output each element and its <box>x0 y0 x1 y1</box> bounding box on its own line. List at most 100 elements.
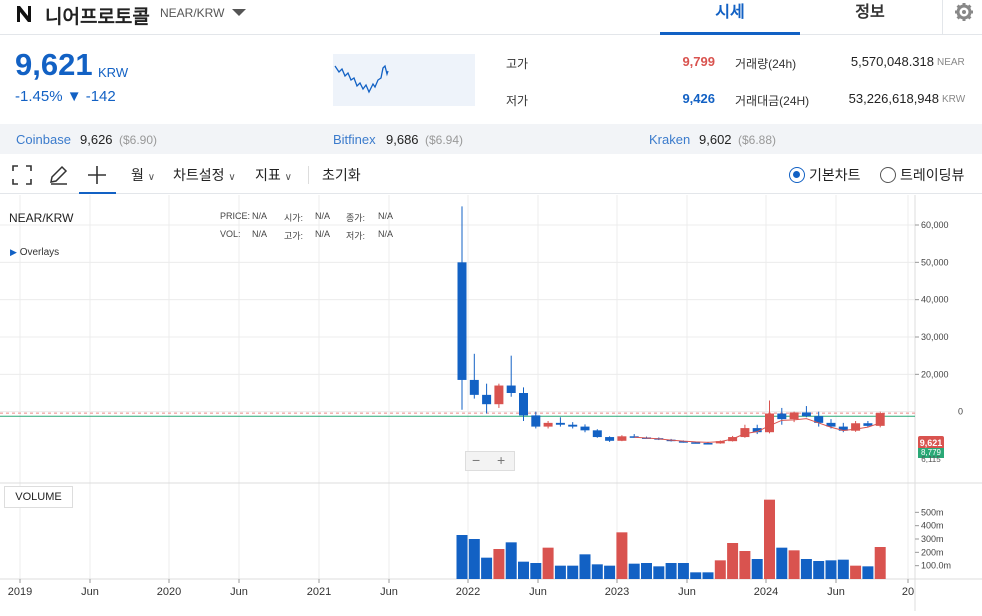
info-close-value: N/A <box>378 211 394 221</box>
candle-body <box>703 443 713 445</box>
reset-button[interactable]: 초기화 <box>322 156 361 194</box>
chart-canvas[interactable]: 60,000 50,000 40,000 30,000 20,000 0 500m 400m 3… <box>0 195 982 611</box>
volume-bar <box>739 551 751 579</box>
info-high-label: 고가: <box>284 231 304 241</box>
tab-info[interactable]: 정보 <box>800 0 940 35</box>
current-price: 9,621 <box>15 47 93 82</box>
coin-name: 니어프로토콜 <box>45 7 150 28</box>
exchange-coinbase[interactable]: Coinbase <box>16 132 71 147</box>
time-axis-label: Jun <box>380 586 398 598</box>
candle-body <box>543 422 553 427</box>
time-axis-label: 2020 <box>157 586 181 598</box>
zoom-in-button[interactable]: + <box>497 452 505 468</box>
price-tick-label: 30,000 <box>921 332 949 342</box>
low-value: 9,426 <box>682 91 715 106</box>
volume-tick-label: 200m <box>921 547 944 557</box>
turnover-unit: KRW <box>942 94 966 105</box>
price-tick-label: 40,000 <box>921 295 949 305</box>
volume-bar <box>641 563 652 579</box>
radio-selected-icon <box>789 167 805 183</box>
gear-icon[interactable] <box>942 0 982 35</box>
volume-bar <box>764 499 775 579</box>
period-label: 월 <box>131 167 144 183</box>
turnover-label: 거래대금(24H) <box>735 94 810 108</box>
volume-bar <box>567 565 579 579</box>
time-axis-label: Jun <box>81 586 99 598</box>
candle-body <box>580 426 590 431</box>
exchange-bitfinex[interactable]: Bitfinex <box>333 132 376 147</box>
ma-tag-2: 6,115 <box>921 455 941 464</box>
info-high-value: N/A <box>315 229 331 239</box>
candle-body <box>592 430 602 438</box>
price-chart[interactable]: 60,000 50,000 40,000 30,000 20,000 0 500m 400m 3… <box>0 195 982 611</box>
indicators-label: 지표 <box>255 167 281 183</box>
pencil-icon[interactable] <box>47 164 69 186</box>
candle-body <box>740 428 750 438</box>
period-select[interactable]: 월 ∨ <box>131 156 155 194</box>
volume-bar <box>776 547 788 579</box>
info-close-label: 종가: <box>346 213 366 223</box>
info-low-label: 저가: <box>346 231 366 241</box>
candle-body <box>801 412 811 417</box>
chart-toolbar: 월 ∨ 차트설정 ∨ 지표 ∨ 초기화 기본차트 트레이딩뷰 <box>0 156 982 194</box>
candle-body <box>506 385 516 393</box>
overlays-label: Overlays <box>19 247 60 258</box>
coin-pair: NEAR/KRW <box>160 6 225 20</box>
volume-bar <box>604 565 616 579</box>
volume-bar <box>837 559 849 579</box>
zoom-out-button[interactable]: − <box>472 452 480 468</box>
volume-bar <box>591 564 603 579</box>
volume-bar <box>813 561 825 579</box>
overlays-toggle[interactable]: ▶ Overlays <box>10 247 59 258</box>
change-percent: -1.45% <box>15 88 63 105</box>
volume-bar <box>800 559 812 579</box>
time-axis-label: 2023 <box>605 586 629 598</box>
volume-bar <box>702 572 714 579</box>
volume-bar <box>628 563 640 579</box>
toolbar-divider <box>308 166 309 184</box>
basic-chart-label: 기본차트 <box>809 167 861 183</box>
volume-label: 거래량(24h) <box>735 57 797 71</box>
time-axis-label: Jun <box>827 586 845 598</box>
high-value: 9,799 <box>682 54 715 69</box>
price-unit: KRW <box>98 65 129 80</box>
volume-bar <box>542 547 554 579</box>
exchange-kraken[interactable]: Kraken <box>649 132 690 147</box>
volume-bar <box>653 566 665 579</box>
candle-body <box>482 394 492 405</box>
volume-bar <box>616 532 628 579</box>
candle-body <box>617 436 627 441</box>
chevron-down-icon: ∨ <box>147 172 156 183</box>
chart-settings-menu[interactable]: 차트설정 ∨ <box>173 156 236 194</box>
zoom-controls: − + <box>465 451 515 471</box>
high-label: 고가 <box>506 57 529 71</box>
candle-body <box>531 415 541 427</box>
candle-body <box>568 424 578 427</box>
price-tick-label: 50,000 <box>921 257 949 267</box>
coin-dropdown-icon[interactable] <box>232 9 246 16</box>
tab-quote[interactable]: 시세 <box>660 0 800 35</box>
candle-body <box>457 262 467 380</box>
candle-body <box>605 437 615 441</box>
exchange-price: 9,602 <box>699 132 732 147</box>
candle-body <box>777 413 787 420</box>
time-axis-label: Jun <box>678 586 696 598</box>
price-change: -1.45% ▼ -142 <box>15 88 116 105</box>
info-open-value: N/A <box>315 211 331 221</box>
crosshair-icon <box>88 166 106 184</box>
volume-value: 5,570,048.318 <box>850 54 934 69</box>
top-header: 니어프로토콜 NEAR/KRW 시세 정보 <box>0 0 982 35</box>
crosshair-tool[interactable] <box>79 156 116 194</box>
time-axis-label: 2024 <box>754 586 778 598</box>
volume-bar <box>554 565 566 579</box>
fullscreen-icon[interactable] <box>11 164 33 186</box>
near-logo-icon <box>17 6 31 22</box>
volume-bar <box>714 560 726 579</box>
volume-tick-label: 100.0m <box>921 561 951 571</box>
volume-tick-label: 400m <box>921 521 944 531</box>
volume-bar <box>727 543 739 579</box>
indicators-menu[interactable]: 지표 ∨ <box>255 156 292 194</box>
exchange-usd: ($6.90) <box>119 133 158 147</box>
sparkline-chart <box>333 54 475 106</box>
volume-bar <box>825 560 837 579</box>
